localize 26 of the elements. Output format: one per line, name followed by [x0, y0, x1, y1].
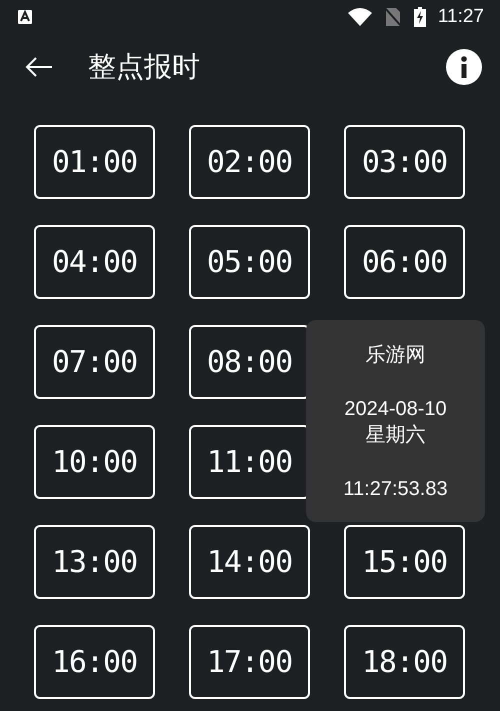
battery-charging-icon [414, 6, 426, 26]
back-button[interactable] [24, 54, 54, 78]
hour-button[interactable]: 03:00 [344, 125, 465, 199]
hour-button[interactable]: 02:00 [189, 125, 310, 199]
popup-weekday: 星期六 [366, 423, 426, 448]
hour-button[interactable]: 01:00 [34, 125, 155, 199]
info-button[interactable] [446, 48, 482, 84]
hour-button[interactable]: 05:00 [189, 225, 310, 299]
popup-time: 11:27:53.83 [343, 477, 448, 502]
hour-button[interactable]: 07:00 [34, 325, 155, 399]
hour-button[interactable]: 16:00 [34, 625, 155, 699]
hour-button[interactable]: 17:00 [189, 625, 310, 699]
app-notification-icon [18, 10, 32, 24]
wifi-icon [348, 8, 372, 26]
hour-button[interactable]: 06:00 [344, 225, 465, 299]
screen-title: 整点报时 [88, 48, 201, 84]
hour-button[interactable]: 13:00 [34, 525, 155, 599]
status-time: 11:27 [438, 6, 484, 28]
hour-button[interactable]: 14:00 [189, 525, 310, 599]
no-sim-icon [384, 6, 402, 26]
popup-title: 乐游网 [366, 343, 426, 368]
hour-button[interactable]: 04:00 [34, 225, 155, 299]
hour-button[interactable]: 15:00 [344, 525, 465, 599]
hour-button[interactable]: 10:00 [34, 425, 155, 499]
hour-button[interactable]: 18:00 [344, 625, 465, 699]
popup-date: 2024-08-10 [344, 397, 447, 422]
